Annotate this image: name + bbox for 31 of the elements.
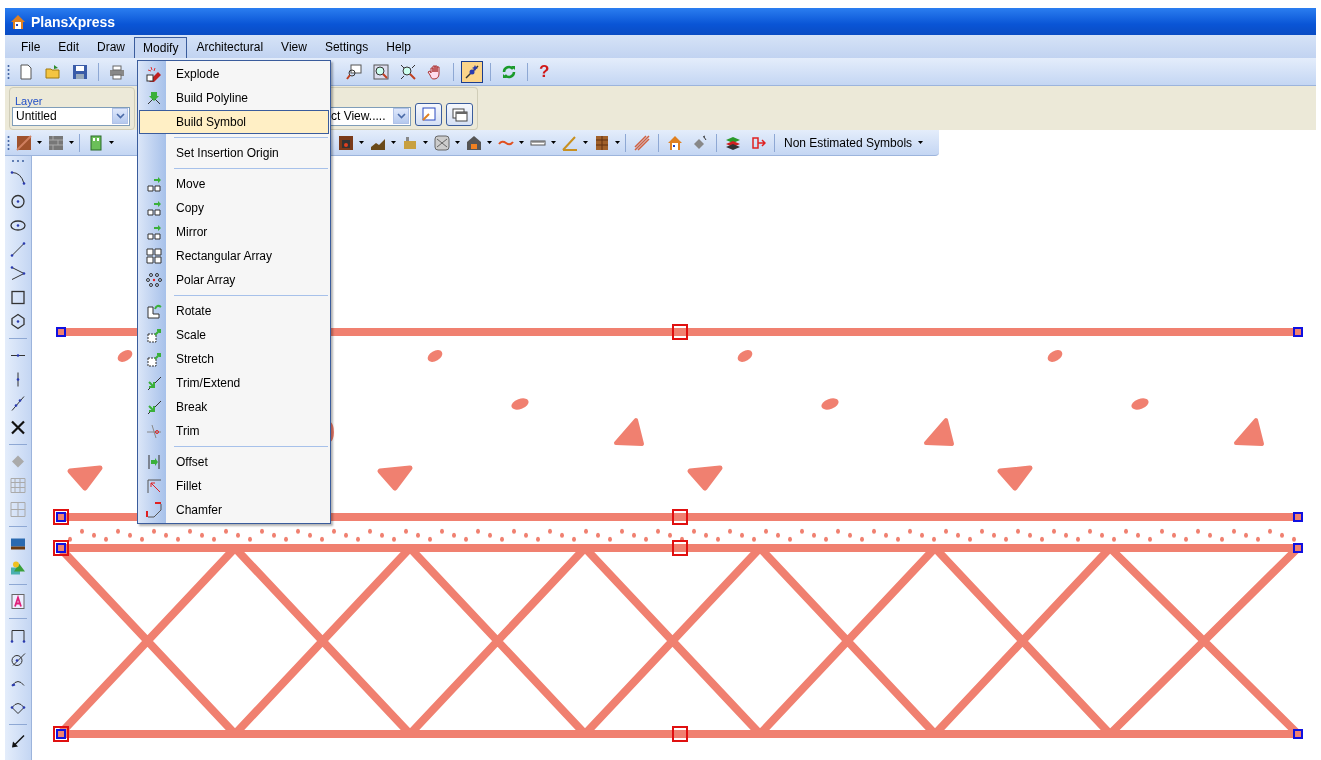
menu-item[interactable]: Fillet xyxy=(139,474,329,498)
menu-item[interactable]: Build Polyline xyxy=(139,86,329,110)
help-button[interactable]: ? xyxy=(535,61,554,82)
menu-item[interactable]: Polar Array xyxy=(139,268,329,292)
menu-item[interactable]: Trim/Extend xyxy=(139,371,329,395)
menu-item[interactable]: Chamfer xyxy=(139,498,329,522)
menu-item[interactable]: Edit xyxy=(49,35,89,58)
menu-item[interactable]: Break xyxy=(139,395,329,419)
group-label: Layer xyxy=(15,94,44,107)
menu-item[interactable]: Draw xyxy=(88,35,135,58)
menu-item[interactable]: Modify xyxy=(134,36,188,60)
menu-item[interactable]: Build Symbol xyxy=(139,110,329,134)
menu-item[interactable]: View xyxy=(272,35,316,58)
menu-item[interactable]: Trim xyxy=(139,419,329,443)
menu-item[interactable]: Offset xyxy=(139,450,329,474)
window-title: PlansXpress xyxy=(31,13,116,30)
layer-select[interactable]: Untitled xyxy=(12,106,130,126)
menu-item[interactable]: Scale xyxy=(139,323,329,347)
menu-item[interactable]: Settings xyxy=(315,35,378,58)
menu-item[interactable]: Help xyxy=(377,35,420,58)
menu-item[interactable]: Architectural xyxy=(187,35,273,58)
menu-item[interactable]: Copy xyxy=(139,196,329,220)
menu-item[interactable]: File xyxy=(12,35,50,58)
menu-item[interactable]: Stretch xyxy=(139,347,329,371)
menu-item[interactable]: Move xyxy=(139,172,329,196)
menu-item[interactable]: Rectangular Array xyxy=(139,244,329,268)
symbols-dropdown[interactable]: Non Estimated Symbols xyxy=(780,135,928,150)
menu-item[interactable]: Set Insertion Origin xyxy=(139,141,329,165)
menu-item[interactable]: Mirror xyxy=(139,220,329,244)
menu-item[interactable]: Explode xyxy=(139,62,329,86)
menu-item[interactable]: Rotate xyxy=(139,299,329,323)
